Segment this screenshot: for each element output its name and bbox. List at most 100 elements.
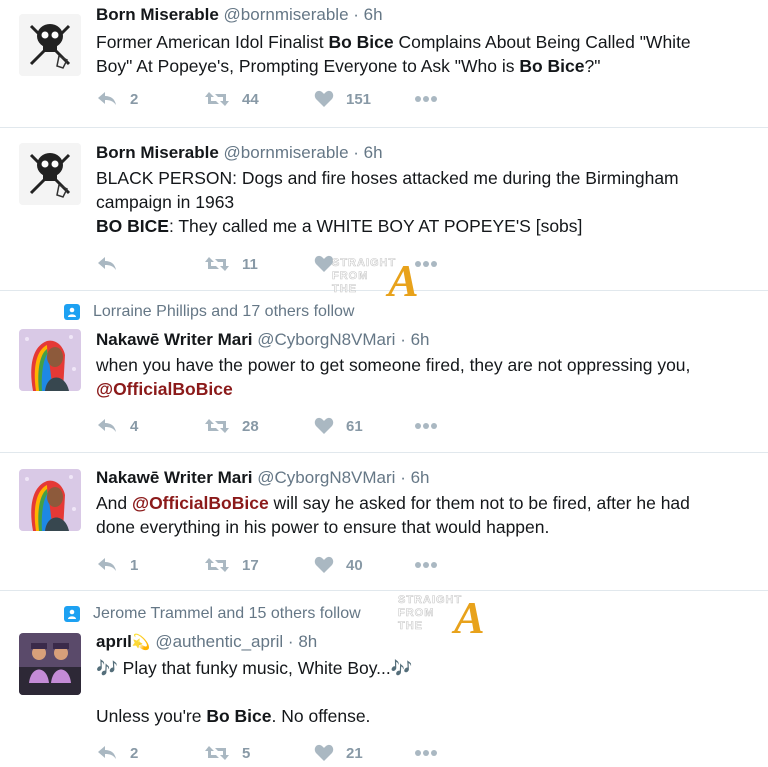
like-button[interactable]: 40 — [314, 556, 414, 574]
reply-icon — [98, 558, 116, 571]
tweet-text: 🎶 Play that funky music, White Boy...🎶 U… — [96, 656, 748, 728]
retweet-button[interactable]: 11 — [204, 255, 314, 273]
reply-icon — [98, 92, 116, 105]
heart-icon — [314, 417, 334, 434]
person-icon — [64, 304, 80, 320]
tweet[interactable]: Lorraine Phillips and 17 others follow N… — [0, 291, 768, 453]
social-context: Jerome Trammel and 15 others follow — [64, 605, 361, 623]
tweet-header: Born Miserable @bornmiserable · 6h — [96, 142, 748, 164]
like-count: 151 — [346, 90, 372, 108]
text-segment: when you have the power to get someone f… — [96, 355, 691, 375]
username[interactable]: @CyborgN8VMari — [257, 330, 395, 349]
separator-dot: · — [400, 468, 406, 487]
separator-dot: · — [353, 143, 359, 162]
heart-icon — [314, 255, 334, 272]
text-segment: : They called me a WHITE BOY AT POPEYE'S… — [168, 216, 583, 236]
mention-link[interactable]: @OfficialBoBice — [96, 379, 233, 399]
skull-avatar-image — [19, 143, 81, 205]
reply-count: 2 — [130, 90, 139, 108]
avatar[interactable] — [19, 633, 81, 695]
reply-icon — [98, 257, 116, 270]
timestamp[interactable]: 6h — [364, 5, 383, 24]
avatar[interactable] — [19, 329, 81, 391]
timestamp[interactable]: 6h — [411, 330, 430, 349]
like-button[interactable]: 21 — [314, 744, 414, 762]
mention-link[interactable]: @OfficialBoBice — [132, 493, 269, 513]
more-icon — [415, 261, 437, 267]
more-icon — [415, 96, 437, 102]
social-context: Lorraine Phillips and 17 others follow — [64, 303, 354, 321]
avatar[interactable] — [19, 143, 81, 205]
reply-count: 4 — [130, 417, 139, 435]
text-segment: . No offense. — [271, 706, 371, 726]
avatar[interactable] — [19, 14, 81, 76]
tweet[interactable]: Born Miserable @bornmiserable · 6h BLACK… — [0, 128, 768, 302]
display-name[interactable]: Nakawē Writer Mari — [96, 468, 253, 487]
retweet-count: 28 — [242, 417, 259, 435]
retweet-count: 11 — [242, 255, 258, 273]
timestamp[interactable]: 6h — [411, 468, 430, 487]
retweet-icon — [205, 558, 229, 572]
retweet-button[interactable]: 17 — [204, 556, 314, 574]
username[interactable]: @bornmiserable — [224, 143, 349, 162]
reply-button[interactable]: 4 — [96, 417, 204, 435]
reply-button[interactable]: 2 — [96, 744, 204, 762]
retweet-icon — [205, 419, 229, 433]
like-button[interactable]: 151 — [314, 90, 414, 108]
retweet-button[interactable]: 5 — [204, 744, 314, 762]
like-count: 21 — [346, 744, 363, 762]
like-button[interactable]: 61 — [314, 417, 414, 435]
like-count: 40 — [346, 556, 363, 574]
music-notes-emoji: 🎶 — [390, 658, 413, 678]
reply-button[interactable] — [96, 255, 204, 273]
username[interactable]: @CyborgN8VMari — [257, 468, 395, 487]
text-segment: campaign in 1963 — [96, 192, 235, 212]
display-name[interactable]: aprıl — [96, 632, 132, 651]
retweet-icon — [205, 746, 229, 760]
text-segment: Unless you're — [96, 706, 207, 726]
social-context-text[interactable]: Jerome Trammel and 15 others follow — [93, 605, 361, 623]
tweet-text: Former American Idol Finalist Bo Bice Co… — [96, 30, 748, 78]
text-bold: BO BICE — [96, 216, 169, 236]
heart-icon — [314, 744, 334, 761]
watermark-text: STRAIGHT — [398, 594, 462, 606]
tweet-header: Nakawē Writer Mari @CyborgN8VMari · 6h — [96, 467, 748, 489]
separator-dot: · — [400, 330, 406, 349]
more-button[interactable] — [414, 260, 438, 268]
tweet-header: Nakawē Writer Mari @CyborgN8VMari · 6h — [96, 329, 748, 351]
more-button[interactable] — [414, 95, 438, 103]
more-button[interactable] — [414, 422, 438, 430]
tweet[interactable]: Nakawē Writer Mari @CyborgN8VMari · 6h A… — [0, 453, 768, 591]
username[interactable]: @bornmiserable — [224, 5, 349, 24]
text-segment: Play that funky music, White Boy... — [117, 658, 391, 678]
retweet-icon — [205, 92, 229, 106]
avatar[interactable] — [19, 469, 81, 531]
music-notes-emoji: 🎶 — [96, 658, 118, 678]
tweet[interactable]: Jerome Trammel and 15 others follow aprı… — [0, 591, 768, 767]
reply-icon — [98, 746, 116, 759]
display-name[interactable]: Born Miserable — [96, 5, 219, 24]
reply-button[interactable]: 1 — [96, 556, 204, 574]
text-segment: will say he asked for them not to be fir… — [268, 493, 690, 513]
retweet-count: 5 — [242, 744, 251, 762]
like-button[interactable] — [314, 255, 414, 273]
display-name[interactable]: Nakawē Writer Mari — [96, 330, 253, 349]
timestamp[interactable]: 6h — [364, 143, 383, 162]
more-icon — [415, 750, 437, 756]
display-name[interactable]: Born Miserable — [96, 143, 219, 162]
reply-button[interactable]: 2 — [96, 90, 204, 108]
timestamp[interactable]: 8h — [298, 632, 317, 651]
retweet-icon — [205, 257, 229, 271]
watermark-text: FROM — [398, 607, 434, 619]
skull-avatar-image — [19, 14, 81, 76]
social-context-text[interactable]: Lorraine Phillips and 17 others follow — [93, 303, 354, 321]
person-icon — [64, 606, 80, 622]
more-icon — [415, 562, 437, 568]
retweet-button[interactable]: 44 — [204, 90, 314, 108]
tweet[interactable]: Born Miserable @bornmiserable · 6h Forme… — [0, 0, 768, 128]
more-button[interactable] — [414, 561, 438, 569]
separator-dot: · — [353, 5, 359, 24]
username[interactable]: @authentic_april — [155, 632, 283, 651]
more-button[interactable] — [414, 749, 438, 757]
retweet-button[interactable]: 28 — [204, 417, 314, 435]
